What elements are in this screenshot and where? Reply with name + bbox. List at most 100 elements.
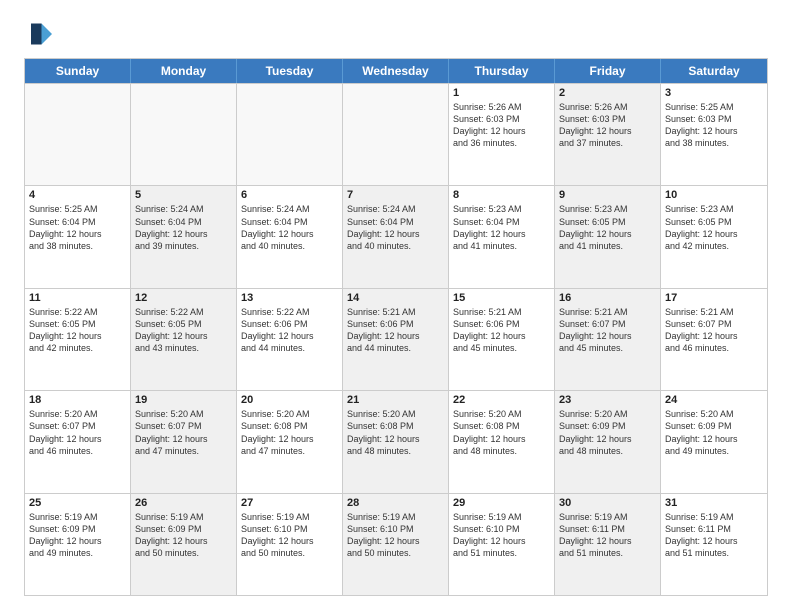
cell-details: Sunrise: 5:22 AM Sunset: 6:05 PM Dayligh…: [29, 306, 126, 355]
calendar-week-4: 18 Sunrise: 5:20 AM Sunset: 6:07 PM Dayli…: [25, 390, 767, 492]
calendar-cell-15: 15Sunrise: 5:21 AM Sunset: 6:06 PM Dayli…: [449, 289, 555, 390]
cell-details: Sunrise: 5:20 AM Sunset: 6:07 PM Dayligh…: [135, 408, 232, 457]
day-number: 22: [453, 394, 550, 406]
cell-details: Sunrise: 5:24 AM Sunset: 6:04 PM Dayligh…: [347, 203, 444, 252]
calendar-cell-1: 1 Sunrise: 5:26 AM Sunset: 6:03 PM Daylig…: [449, 84, 555, 185]
day-number: 31: [665, 497, 763, 509]
day-header-friday: Friday: [555, 59, 661, 83]
day-number: 1: [453, 87, 550, 99]
calendar-cell-empty-2: [237, 84, 343, 185]
day-number: 20: [241, 394, 338, 406]
day-number: 23: [559, 394, 656, 406]
cell-details: Sunrise: 5:19 AM Sunset: 6:09 PM Dayligh…: [29, 511, 126, 560]
cell-details: Sunrise: 5:21 AM Sunset: 6:06 PM Dayligh…: [453, 306, 550, 355]
day-header-thursday: Thursday: [449, 59, 555, 83]
page-header: [24, 20, 768, 48]
cell-details: Sunrise: 5:20 AM Sunset: 6:08 PM Dayligh…: [453, 408, 550, 457]
calendar-cell-21: 21Sunrise: 5:20 AM Sunset: 6:08 PM Dayli…: [343, 391, 449, 492]
day-number: 25: [29, 497, 126, 509]
calendar-cell-26: 26 Sunrise: 5:19 AM Sunset: 6:09 PM Dayli…: [131, 494, 237, 595]
calendar-cell-12: 12 Sunrise: 5:22 AM Sunset: 6:05 PM Dayli…: [131, 289, 237, 390]
calendar-cell-empty-3: [343, 84, 449, 185]
calendar-cell-empty-1: [131, 84, 237, 185]
calendar-cell-30: 30 Sunrise: 5:19 AM Sunset: 6:11 PM Dayli…: [555, 494, 661, 595]
calendar-cell-23: 23 Sunrise: 5:20 AM Sunset: 6:09 PM Dayli…: [555, 391, 661, 492]
calendar-cell-8: 8 Sunrise: 5:23 AM Sunset: 6:04 PM Daylig…: [449, 186, 555, 287]
calendar-cell-2: 2 Sunrise: 5:26 AM Sunset: 6:03 PM Daylig…: [555, 84, 661, 185]
day-header-monday: Monday: [131, 59, 237, 83]
calendar: SundayMondayTuesdayWednesdayThursdayFrid…: [24, 58, 768, 596]
calendar-cell-17: 17Sunrise: 5:21 AM Sunset: 6:07 PM Dayli…: [661, 289, 767, 390]
cell-details: Sunrise: 5:19 AM Sunset: 6:09 PM Dayligh…: [135, 511, 232, 560]
calendar-week-5: 25 Sunrise: 5:19 AM Sunset: 6:09 PM Dayli…: [25, 493, 767, 595]
calendar-cell-empty-0: [25, 84, 131, 185]
day-header-saturday: Saturday: [661, 59, 767, 83]
calendar-cell-9: 9 Sunrise: 5:23 AM Sunset: 6:05 PM Daylig…: [555, 186, 661, 287]
cell-details: Sunrise: 5:26 AM Sunset: 6:03 PM Dayligh…: [453, 101, 550, 150]
day-number: 4: [29, 189, 126, 201]
day-number: 7: [347, 189, 444, 201]
day-number: 30: [559, 497, 656, 509]
calendar-cell-29: 29 Sunrise: 5:19 AM Sunset: 6:10 PM Dayli…: [449, 494, 555, 595]
day-number: 3: [665, 87, 763, 99]
calendar-body: 1 Sunrise: 5:26 AM Sunset: 6:03 PM Daylig…: [25, 83, 767, 595]
cell-details: Sunrise: 5:24 AM Sunset: 6:04 PM Dayligh…: [241, 203, 338, 252]
day-number: 5: [135, 189, 232, 201]
calendar-cell-19: 19 Sunrise: 5:20 AM Sunset: 6:07 PM Dayli…: [131, 391, 237, 492]
calendar-cell-10: 10 Sunrise: 5:23 AM Sunset: 6:05 PM Dayli…: [661, 186, 767, 287]
cell-details: Sunrise: 5:21 AM Sunset: 6:07 PM Dayligh…: [559, 306, 656, 355]
day-number: 8: [453, 189, 550, 201]
calendar-header-row: SundayMondayTuesdayWednesdayThursdayFrid…: [25, 59, 767, 83]
cell-details: Sunrise: 5:19 AM Sunset: 6:11 PM Dayligh…: [665, 511, 763, 560]
calendar-cell-31: 31 Sunrise: 5:19 AM Sunset: 6:11 PM Dayli…: [661, 494, 767, 595]
day-number: 11: [29, 292, 126, 304]
day-number: 19: [135, 394, 232, 406]
day-number: 9: [559, 189, 656, 201]
calendar-cell-16: 16 Sunrise: 5:21 AM Sunset: 6:07 PM Dayli…: [555, 289, 661, 390]
day-header-tuesday: Tuesday: [237, 59, 343, 83]
cell-details: Sunrise: 5:22 AM Sunset: 6:05 PM Dayligh…: [135, 306, 232, 355]
calendar-cell-27: 27Sunrise: 5:19 AM Sunset: 6:10 PM Dayli…: [237, 494, 343, 595]
calendar-cell-14: 14 Sunrise: 5:21 AM Sunset: 6:06 PM Dayli…: [343, 289, 449, 390]
cell-details: Sunrise: 5:26 AM Sunset: 6:03 PM Dayligh…: [559, 101, 656, 150]
cell-details: Sunrise: 5:23 AM Sunset: 6:05 PM Dayligh…: [559, 203, 656, 252]
day-number: 18: [29, 394, 126, 406]
day-number: 24: [665, 394, 763, 406]
cell-details: Sunrise: 5:20 AM Sunset: 6:07 PM Dayligh…: [29, 408, 126, 457]
logo-icon: [24, 20, 52, 48]
cell-details: Sunrise: 5:20 AM Sunset: 6:08 PM Dayligh…: [347, 408, 444, 457]
day-number: 29: [453, 497, 550, 509]
cell-details: Sunrise: 5:21 AM Sunset: 6:06 PM Dayligh…: [347, 306, 444, 355]
calendar-cell-18: 18 Sunrise: 5:20 AM Sunset: 6:07 PM Dayli…: [25, 391, 131, 492]
cell-details: Sunrise: 5:20 AM Sunset: 6:08 PM Dayligh…: [241, 408, 338, 457]
cell-details: Sunrise: 5:20 AM Sunset: 6:09 PM Dayligh…: [665, 408, 763, 457]
cell-details: Sunrise: 5:19 AM Sunset: 6:11 PM Dayligh…: [559, 511, 656, 560]
cell-details: Sunrise: 5:25 AM Sunset: 6:03 PM Dayligh…: [665, 101, 763, 150]
day-number: 13: [241, 292, 338, 304]
day-header-sunday: Sunday: [25, 59, 131, 83]
day-number: 16: [559, 292, 656, 304]
calendar-week-1: 1 Sunrise: 5:26 AM Sunset: 6:03 PM Daylig…: [25, 83, 767, 185]
calendar-cell-13: 13 Sunrise: 5:22 AM Sunset: 6:06 PM Dayli…: [237, 289, 343, 390]
day-number: 14: [347, 292, 444, 304]
calendar-cell-7: 7 Sunrise: 5:24 AM Sunset: 6:04 PM Daylig…: [343, 186, 449, 287]
calendar-cell-20: 20 Sunrise: 5:20 AM Sunset: 6:08 PM Dayli…: [237, 391, 343, 492]
logo: [24, 20, 58, 48]
calendar-week-2: 4Sunrise: 5:25 AM Sunset: 6:04 PM Daylig…: [25, 185, 767, 287]
calendar-cell-28: 28Sunrise: 5:19 AM Sunset: 6:10 PM Dayli…: [343, 494, 449, 595]
cell-details: Sunrise: 5:19 AM Sunset: 6:10 PM Dayligh…: [347, 511, 444, 560]
cell-details: Sunrise: 5:20 AM Sunset: 6:09 PM Dayligh…: [559, 408, 656, 457]
day-number: 26: [135, 497, 232, 509]
cell-details: Sunrise: 5:19 AM Sunset: 6:10 PM Dayligh…: [453, 511, 550, 560]
day-number: 10: [665, 189, 763, 201]
day-number: 17: [665, 292, 763, 304]
day-number: 12: [135, 292, 232, 304]
cell-details: Sunrise: 5:23 AM Sunset: 6:05 PM Dayligh…: [665, 203, 763, 252]
cell-details: Sunrise: 5:19 AM Sunset: 6:10 PM Dayligh…: [241, 511, 338, 560]
cell-details: Sunrise: 5:22 AM Sunset: 6:06 PM Dayligh…: [241, 306, 338, 355]
cell-details: Sunrise: 5:23 AM Sunset: 6:04 PM Dayligh…: [453, 203, 550, 252]
calendar-cell-3: 3 Sunrise: 5:25 AM Sunset: 6:03 PM Daylig…: [661, 84, 767, 185]
calendar-cell-6: 6Sunrise: 5:24 AM Sunset: 6:04 PM Daylig…: [237, 186, 343, 287]
day-number: 2: [559, 87, 656, 99]
calendar-cell-22: 22 Sunrise: 5:20 AM Sunset: 6:08 PM Dayli…: [449, 391, 555, 492]
